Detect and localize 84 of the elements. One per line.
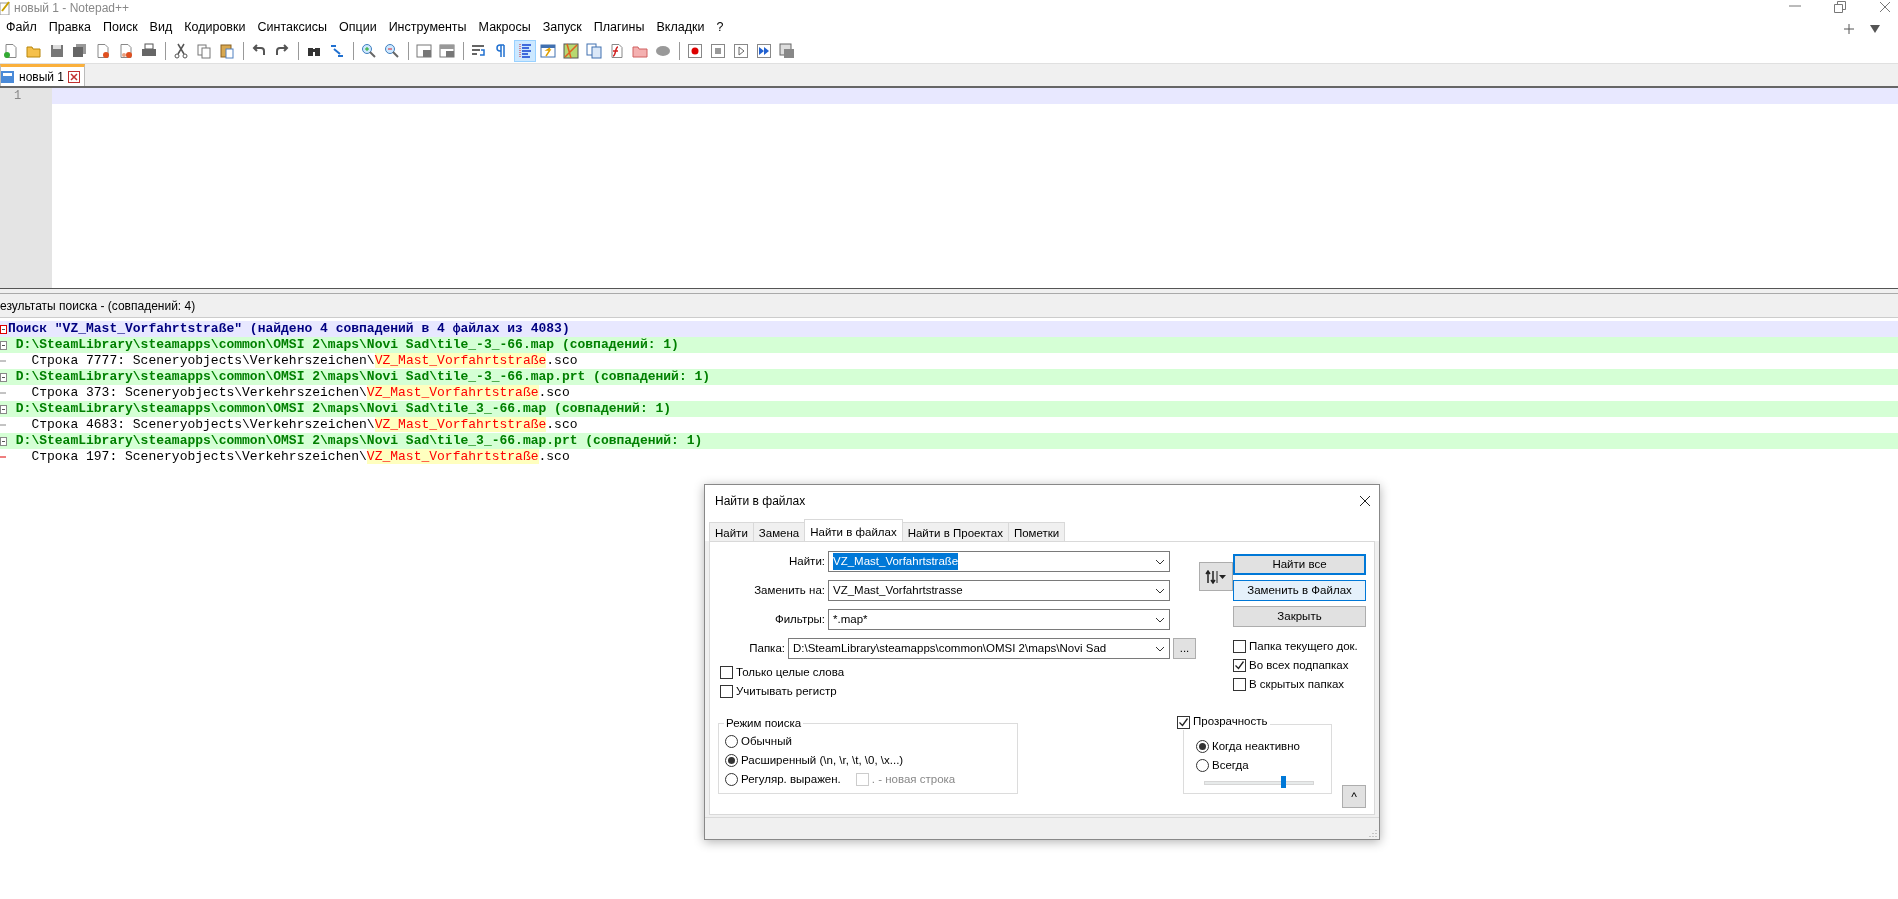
checkbox-label: Папка текущего док. [1249,638,1358,654]
dialog-tab[interactable]: Замена [752,522,806,541]
menu-item[interactable]: Плагины [587,17,651,37]
dialog-tab[interactable]: Найти в Проектах [901,522,1009,541]
menu-item[interactable]: Правка [42,17,97,37]
menu-item[interactable]: Опции [333,17,383,37]
swap-direction-button[interactable] [1199,562,1233,591]
menu-item[interactable]: Файл [0,17,43,37]
fold-line-icon [0,424,6,426]
line-number-gutter: 1 [0,88,52,288]
browse-button[interactable]: ... [1173,638,1196,659]
menu-item[interactable]: Запуск [536,17,588,37]
checkbox-label: Прозрачность [1193,714,1268,730]
checkbox[interactable] [1233,678,1246,691]
dialog-tab[interactable]: Найти [709,522,754,541]
menu-item[interactable]: Кодировки [178,17,252,37]
search-hit-line[interactable]: Строка 197: Sceneryobjects\Verkehrszeichen\VZ_Mast_Vorfahrtstraße.sco [8,449,570,465]
combo-box[interactable]: D:\SteamLibrary\steamapps\common\OMSI 2\maps\Novi Sad [788,638,1170,659]
radio-label: Регуляр. выражен. [741,771,841,787]
checkbox[interactable] [1233,659,1246,672]
menu-item[interactable]: Синтаксисы [251,17,333,37]
fold-marker-icon[interactable] [0,324,7,334]
close-tab-icon[interactable] [68,70,80,83]
indent-guide-icon[interactable] [514,39,536,62]
results-panel-title: езультаты поиска - (совпадений: 4) [0,297,196,315]
fold-marker-icon[interactable] [0,372,7,382]
dialog-tab[interactable]: Найти в файлах [804,519,903,541]
notepad-icon [0,1,10,15]
editor-tab[interactable]: новый 1 [0,64,85,86]
menu-item[interactable]: Вид [143,17,179,37]
dialog-button[interactable]: Заменить в Файлах [1233,580,1366,601]
radio-label: Обычный [741,733,792,749]
field-label: Фильтры: [773,611,825,627]
menu-item[interactable]: Вкладки [650,17,711,37]
file-icon [1,69,15,84]
dialog-button[interactable]: Закрыть [1233,606,1366,627]
radio-label: Когда неактивно [1212,738,1300,754]
dialog-tab[interactable]: Пометки [1007,522,1066,541]
checkbox-label: Только целые слова [736,664,845,680]
radio-button[interactable] [725,773,738,786]
menu-item[interactable]: ? [710,17,730,37]
collapse-button[interactable]: ^ [1342,785,1366,808]
combo-box[interactable]: *.map* [828,609,1170,630]
menu-item[interactable]: Макросы [472,17,537,37]
plus-icon[interactable] [1844,24,1854,34]
slider-thumb[interactable] [1280,776,1286,788]
radio-button[interactable] [1196,740,1209,753]
combo-box[interactable]: VZ_Mast_Vorfahrtstrasse [828,580,1170,601]
fold-marker-icon[interactable] [0,340,7,350]
checkbox-label: Учитывать регистр [736,683,837,699]
search-hit-line[interactable]: Строка 7777: Sceneryobjects\Verkehrszeichen\VZ_Mast_Vorfahrtstraße.sco [8,353,578,369]
restore-icon[interactable] [1834,1,1846,13]
combo-box[interactable]: VZ_Mast_Vorfahrtstraße [828,551,1170,572]
search-hit-line[interactable]: Строка 373: Sceneryobjects\Verkehrszeichen\VZ_Mast_Vorfahrtstraße.sco [8,385,570,401]
radio-label: Всегда [1212,757,1249,773]
field-label: Папка: [748,640,785,656]
checkbox[interactable] [720,666,733,679]
fold-line-icon [0,456,6,458]
radio-button[interactable] [725,754,738,767]
fold-line-icon [0,392,6,394]
checkbox[interactable] [720,685,733,698]
checkbox-label: Во всех подпапках [1249,657,1349,673]
dropdown-arrow-icon[interactable] [1870,25,1880,33]
close-icon[interactable] [1359,495,1371,507]
checkbox[interactable] [1177,715,1190,729]
window-title: новый 1 - Notepad++ [14,0,130,17]
resize-grip-icon[interactable] [1369,829,1377,837]
radio-button[interactable] [725,735,738,748]
dialog-title: Найти в файлах [715,493,806,510]
checkbox[interactable] [1233,640,1246,653]
fold-marker-icon[interactable] [0,404,7,414]
fold-marker-icon[interactable] [0,436,7,446]
checkbox-label: В скрытых папках [1249,676,1345,692]
menu-item[interactable]: Инструменты [382,17,473,37]
dialog-button[interactable]: Найти все [1233,554,1366,575]
swap-arrows-icon [1205,569,1227,584]
fold-line-icon [0,360,6,362]
radio-button[interactable] [1196,759,1209,772]
field-label: Заменить на: [753,582,825,598]
field-label: Найти: [788,553,825,569]
disabled-checkbox-label: . - новая строка [871,771,956,787]
radio-label: Расширенный (\n, \r, \t, \0, \x...) [741,752,904,768]
search-hit-line[interactable]: Строка 4683: Sceneryobjects\Verkehrszeichen\VZ_Mast_Vorfahrtstraße.sco [8,417,578,433]
menu-item[interactable]: Поиск [96,17,144,37]
